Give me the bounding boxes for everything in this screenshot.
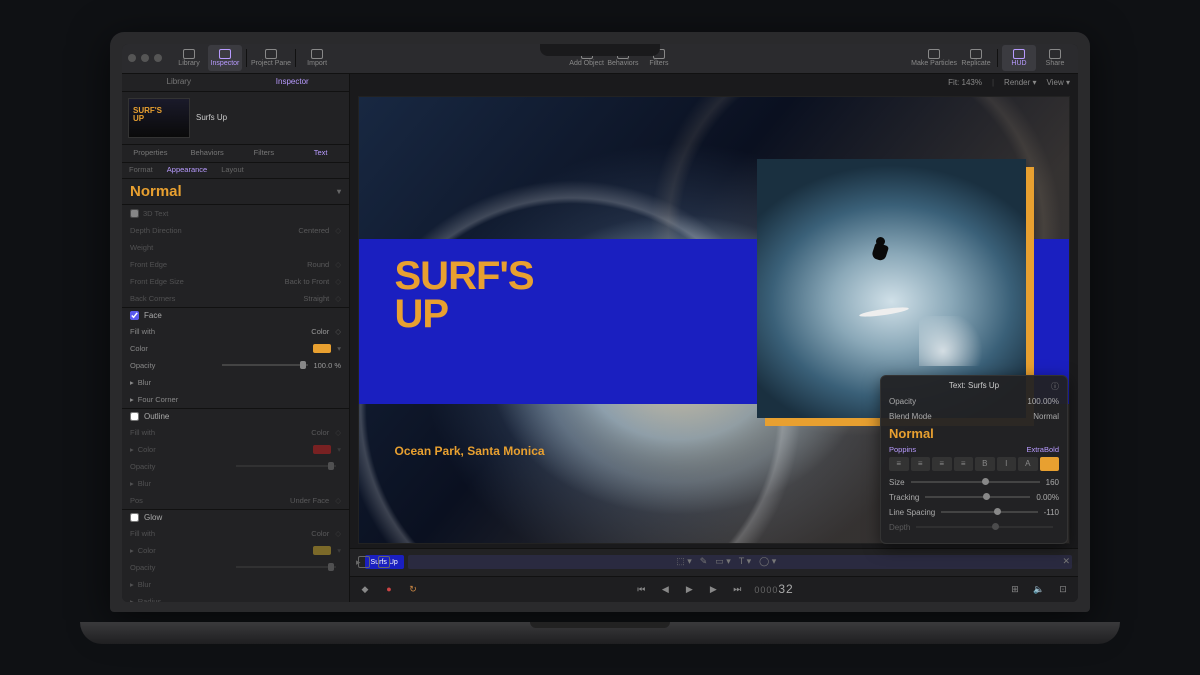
subtitle-text[interactable]: Ocean Park, Santa Monica: [395, 444, 545, 458]
laptop-base: [80, 622, 1120, 644]
tab-inspector[interactable]: Inspector: [236, 74, 350, 91]
glow-checkbox[interactable]: [130, 513, 139, 522]
align-center-button[interactable]: ≡: [911, 457, 931, 471]
glow-section[interactable]: Glow: [122, 509, 349, 525]
hud-blend-value[interactable]: Normal: [1033, 412, 1059, 421]
tool-pointer-icon[interactable]: [358, 556, 370, 568]
timecode[interactable]: 000032: [754, 582, 793, 596]
hud-size-slider[interactable]: [911, 481, 1040, 483]
style-caps-button[interactable]: A: [1018, 457, 1038, 471]
surfboard: [859, 306, 909, 319]
font-picker[interactable]: Normal▾: [122, 179, 349, 205]
tool-secondary-icon[interactable]: [378, 556, 390, 568]
subtab-properties[interactable]: Properties: [122, 145, 179, 162]
canvas-area: Fit: 143% | Render ▾ View ▾ SURF'S UP Oc…: [350, 74, 1078, 602]
fit-menu[interactable]: Fit: 143%: [948, 78, 982, 87]
hud-title: Text: Surfs Up: [949, 381, 999, 390]
hud-panel[interactable]: Text: Surfs Upⓘ Opacity100.00% Blend Mod…: [880, 375, 1068, 544]
inspector-button[interactable]: Inspector: [208, 45, 242, 71]
keyframe-nav-icon[interactable]: ◆: [358, 582, 372, 596]
face-section[interactable]: Face: [122, 307, 349, 323]
hud-font-picker[interactable]: Normal: [889, 424, 1059, 445]
face-opacity-slider[interactable]: [222, 364, 309, 366]
transport-bar: ◆ ● ↻ ⏮ ◀ ▶ ▶ ⏭ 000032 ⊞ 🔈 ⊡: [350, 576, 1078, 602]
preview-thumbnail[interactable]: [128, 98, 190, 138]
style-italic-button[interactable]: I: [997, 457, 1017, 471]
canvas-tool-row: ⬚ ▾ ✎ ▭ ▾ T ▾ ◯ ▾ ✕: [358, 552, 1070, 572]
outline-color-swatch[interactable]: [313, 445, 331, 454]
hud-font-family[interactable]: Poppins: [889, 445, 916, 454]
hud-font-weight[interactable]: ExtraBold: [1026, 445, 1059, 454]
3d-text-label: 3D Text: [143, 209, 341, 218]
subtab-text[interactable]: Text: [292, 145, 349, 162]
audio-icon[interactable]: 🔈: [1032, 582, 1046, 596]
face-color-swatch[interactable]: [313, 344, 331, 353]
hud-opacity-value[interactable]: 100.00%: [1027, 397, 1059, 406]
3d-text-checkbox[interactable]: [130, 209, 139, 218]
tab-library[interactable]: Library: [122, 74, 236, 91]
step-back-icon[interactable]: ◀: [658, 582, 672, 596]
style-bold-button[interactable]: B: [975, 457, 995, 471]
surfer-figure: [870, 237, 892, 267]
hud-linespacing-slider[interactable]: [941, 511, 1037, 513]
hud-tracking-slider[interactable]: [925, 496, 1030, 498]
tool-mask-icon[interactable]: ▭ ▾: [715, 556, 731, 567]
water-spray: [919, 316, 999, 366]
hud-button[interactable]: HUD: [1002, 45, 1036, 71]
subtab-filters[interactable]: Filters: [236, 145, 293, 162]
go-end-icon[interactable]: ⏭: [730, 582, 744, 596]
align-left-button[interactable]: ≡: [889, 457, 909, 471]
glow-opacity-slider[interactable]: [236, 566, 337, 568]
record-icon[interactable]: ●: [382, 582, 396, 596]
tool-shape-icon[interactable]: ◯ ▾: [759, 556, 776, 567]
inspector-panel: Library Inspector Surfs Up Properties Be…: [122, 74, 350, 602]
hud-close-icon[interactable]: ⓘ: [1051, 381, 1059, 392]
library-button[interactable]: Library: [172, 45, 206, 71]
hud-depth-slider[interactable]: [916, 526, 1053, 528]
fmt-format[interactable]: Format: [122, 163, 160, 178]
item-title: Surfs Up: [196, 113, 227, 122]
play-icon[interactable]: ▶: [682, 582, 696, 596]
fmt-layout[interactable]: Layout: [214, 163, 251, 178]
view-menu[interactable]: View ▾: [1047, 78, 1070, 87]
timing-pane-icon[interactable]: ⊞: [1008, 582, 1022, 596]
outline-checkbox[interactable]: [130, 412, 139, 421]
align-right-button[interactable]: ≡: [932, 457, 952, 471]
layout-icon[interactable]: ⊡: [1056, 582, 1070, 596]
project-pane-button[interactable]: Project Pane: [251, 45, 291, 71]
render-menu[interactable]: Render ▾: [1004, 78, 1037, 87]
glow-color-swatch[interactable]: [313, 546, 331, 555]
step-forward-icon[interactable]: ▶: [706, 582, 720, 596]
outline-section[interactable]: Outline: [122, 408, 349, 424]
snap-icon[interactable]: ✕: [1062, 556, 1070, 567]
outline-opacity-slider[interactable]: [236, 465, 337, 467]
tool-edit-icon[interactable]: ✎: [700, 556, 708, 567]
tool-select-icon[interactable]: ⬚ ▾: [676, 556, 692, 567]
share-button[interactable]: Share: [1038, 45, 1072, 71]
import-button[interactable]: Import: [300, 45, 334, 71]
tool-text-icon[interactable]: T ▾: [739, 556, 751, 567]
replicate-button[interactable]: Replicate: [959, 45, 993, 71]
subtab-behaviors[interactable]: Behaviors: [179, 145, 236, 162]
loop-icon[interactable]: ↻: [406, 582, 420, 596]
fmt-appearance[interactable]: Appearance: [160, 163, 214, 178]
title-text[interactable]: SURF'S UP: [395, 257, 534, 333]
face-checkbox[interactable]: [130, 311, 139, 320]
color-swatch-button[interactable]: [1040, 457, 1060, 471]
go-start-icon[interactable]: ⏮: [634, 582, 648, 596]
align-justify-button[interactable]: ≡: [954, 457, 974, 471]
window-controls[interactable]: [128, 54, 162, 62]
make-particles-button[interactable]: Make Particles: [911, 45, 957, 71]
